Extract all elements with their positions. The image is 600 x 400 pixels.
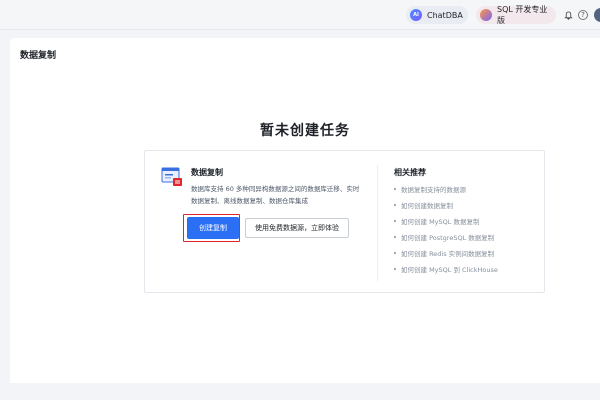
- bullet-icon: [394, 252, 396, 254]
- card-description: 数据库支持 60 多种同异构数据源之间的数据库迁移、实时数据复制、离线数据复制、…: [191, 185, 360, 205]
- sql-pro-button[interactable]: SQL 开发专业版: [476, 5, 556, 25]
- bullet-icon: [394, 188, 396, 190]
- recommendation-link[interactable]: 如何创建 MySQL 数据复制: [394, 213, 498, 229]
- bullet-icon: [394, 204, 396, 206]
- data-replication-icon: [161, 166, 183, 188]
- sql-pro-label: SQL 开发专业版: [497, 5, 548, 25]
- empty-state-title: 暂未创建任务: [260, 123, 350, 139]
- recommendation-label: 数据复制支持的数据源: [401, 186, 466, 194]
- chatdba-label: ChatDBA: [427, 10, 463, 20]
- create-replication-button[interactable]: 创建复制: [187, 217, 239, 239]
- page-title: 数据复制: [20, 51, 57, 61]
- bell-icon[interactable]: [562, 9, 574, 21]
- bullet-icon: [394, 268, 396, 270]
- footer: [0, 392, 600, 400]
- card-heading: 数据复制: [191, 168, 223, 177]
- sql-pro-logo-icon: [480, 9, 492, 21]
- avatar[interactable]: [594, 8, 600, 22]
- recommendation-link[interactable]: 如何创建 MySQL 到 ClickHouse: [394, 261, 498, 277]
- chatdba-logo-icon: AI: [410, 9, 422, 21]
- recommendations-heading: 相关推荐: [394, 168, 426, 177]
- recommendation-link[interactable]: 如何创建数据复制: [394, 197, 498, 213]
- recommendation-label: 如何创建 MySQL 数据复制: [401, 218, 480, 226]
- recommendation-link[interactable]: 如何创建 PostgreSQL 数据复制: [394, 229, 498, 245]
- top-bar: AI ChatDBA SQL 开发专业版 ?: [0, 0, 600, 30]
- recommendations-list: 数据复制支持的数据源 如何创建数据复制 如何创建 MySQL 数据复制 如何创建…: [394, 181, 498, 277]
- help-icon[interactable]: ?: [578, 10, 588, 20]
- chatdba-button[interactable]: AI ChatDBA: [406, 6, 468, 24]
- main-content: 数据复制 暂未创建任务 数据复制 数据库支持 60 多种同异构数据源之间的数据库…: [10, 38, 600, 383]
- free-datasource-trial-button[interactable]: 使用免费数据源，立即体验: [245, 218, 349, 238]
- recommendation-label: 如何创建数据复制: [401, 202, 453, 210]
- recommendation-link[interactable]: 数据复制支持的数据源: [394, 181, 498, 197]
- empty-state-card: 数据复制 数据库支持 60 多种同异构数据源之间的数据库迁移、实时数据复制、离线…: [144, 150, 545, 293]
- recommendation-label: 如何创建 MySQL 到 ClickHouse: [401, 266, 498, 274]
- recommendation-link[interactable]: 如何创建 Redis 实例间数据复制: [394, 245, 498, 261]
- bullet-icon: [394, 220, 396, 222]
- recommendation-label: 如何创建 PostgreSQL 数据复制: [401, 234, 495, 242]
- bullet-icon: [394, 236, 396, 238]
- recommendation-label: 如何创建 Redis 实例间数据复制: [401, 250, 495, 258]
- card-divider: [377, 165, 378, 281]
